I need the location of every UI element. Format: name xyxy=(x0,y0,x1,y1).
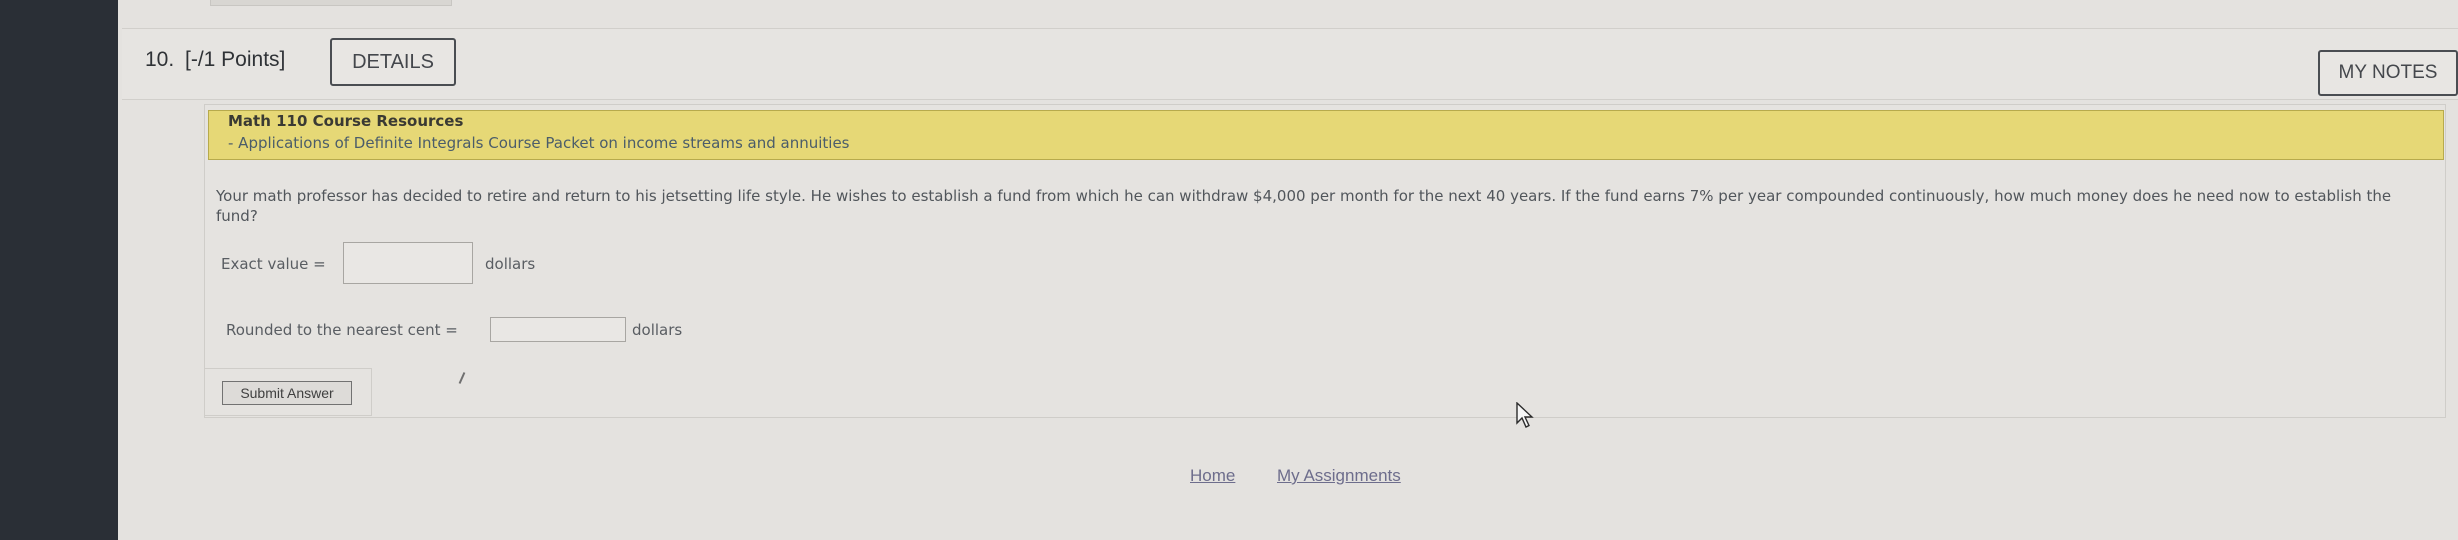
home-link[interactable]: Home xyxy=(1190,466,1235,486)
mouse-cursor-icon xyxy=(1516,402,1534,428)
my-notes-button[interactable]: MY NOTES xyxy=(2318,50,2458,96)
left-dark-edge xyxy=(0,0,118,540)
rounded-label: Rounded to the nearest cent = xyxy=(226,321,458,339)
resource-title: Math 110 Course Resources xyxy=(228,112,464,130)
question-text: Your math professor has decided to retir… xyxy=(216,187,2392,225)
my-assignments-link[interactable]: My Assignments xyxy=(1277,466,1401,486)
details-button[interactable]: DETAILS xyxy=(330,38,456,86)
submit-answer-button[interactable]: Submit Answer xyxy=(222,381,352,405)
question-number: 10. xyxy=(145,48,175,71)
rounded-unit-label: dollars xyxy=(632,321,683,339)
exact-unit-label: dollars xyxy=(485,255,536,273)
exact-value-label: Exact value = xyxy=(221,255,326,273)
question-points: [-/1 Points] xyxy=(185,48,286,71)
resource-link[interactable]: - Applications of Definite Integrals Cou… xyxy=(228,134,850,152)
rounded-value-input[interactable] xyxy=(490,317,626,342)
exact-value-input[interactable] xyxy=(343,242,473,284)
top-tab-edge xyxy=(210,0,452,6)
question-header xyxy=(122,28,2458,100)
